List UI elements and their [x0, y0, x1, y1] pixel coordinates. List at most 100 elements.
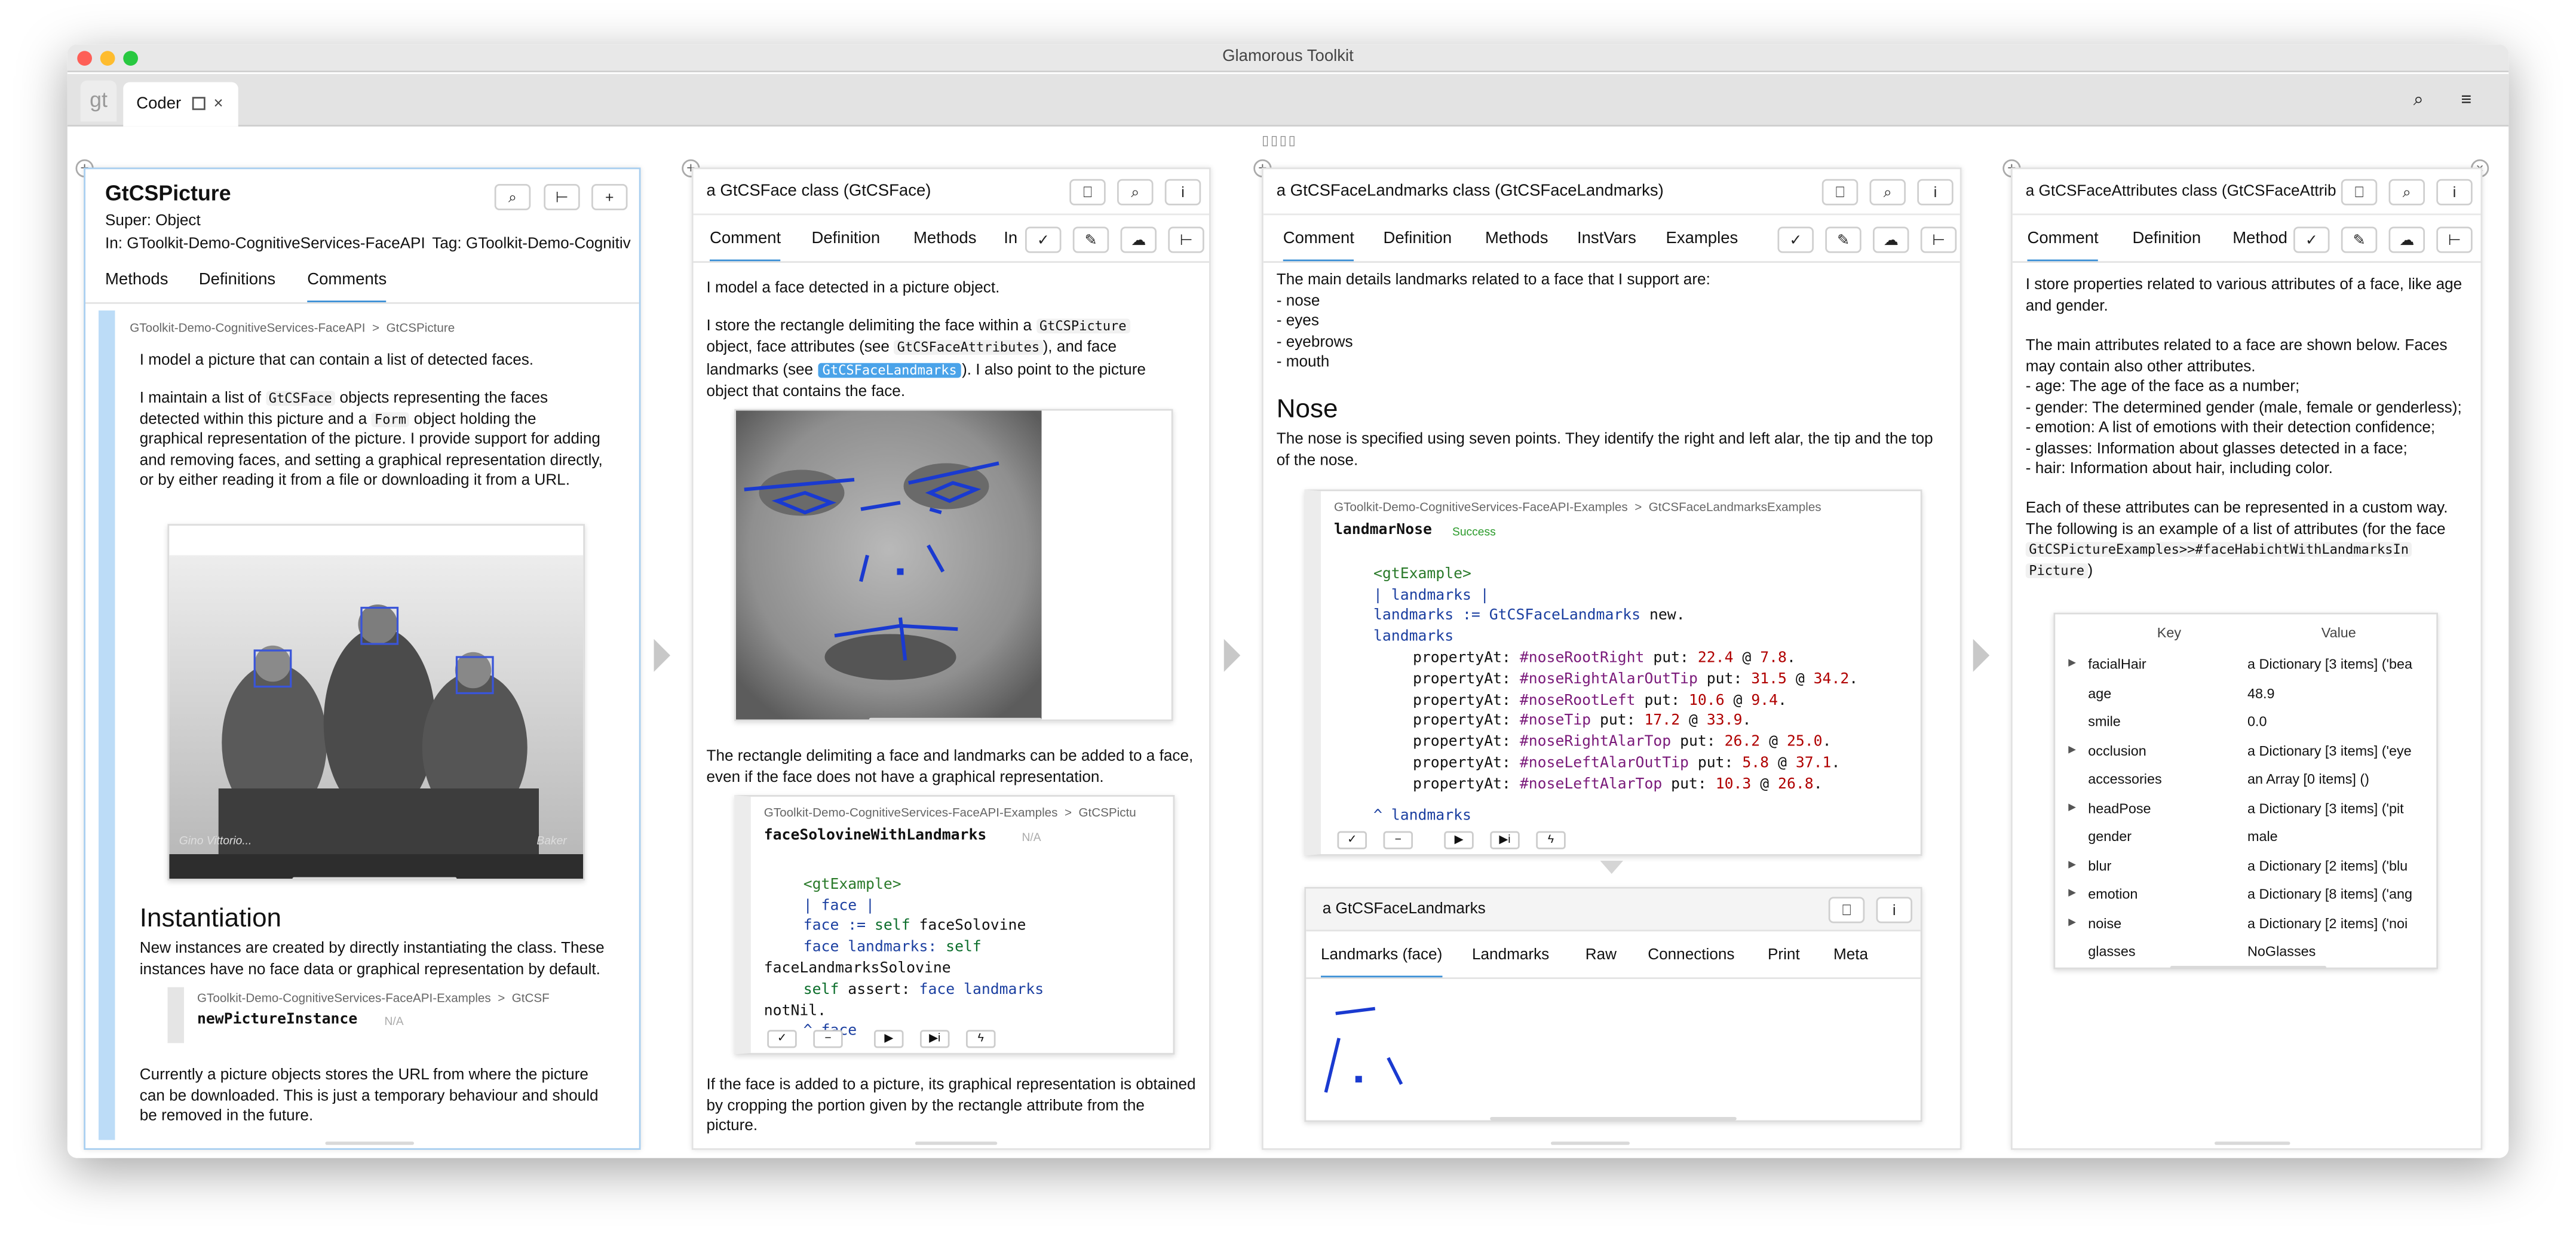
tab-definitions[interactable]: Definitions: [199, 271, 275, 289]
tab-definition[interactable]: Definition: [1384, 230, 1452, 248]
cloud-button[interactable]: ☁: [1120, 226, 1157, 253]
tab-meta[interactable]: Meta: [1833, 946, 1868, 964]
tab-methods[interactable]: Methods: [105, 271, 168, 289]
example-crumb-package[interactable]: GToolkit-Demo-CognitiveServices-FaceAPI-…: [764, 805, 1058, 820]
tab-print[interactable]: Print: [1768, 946, 1800, 964]
debug-button[interactable]: ϟ: [966, 1030, 996, 1048]
comment-intro[interactable]: The main details landmarks related to a …: [1277, 271, 1710, 374]
table-row[interactable]: ▶ noise a Dictionary [2 items] ('noi: [2055, 909, 2436, 938]
comment-p1[interactable]: I model a face detected in a picture obj…: [707, 280, 1000, 300]
table-row[interactable]: ▶ occlusion a Dictionary [3 items] ('eye: [2055, 736, 2436, 765]
navigation-arrow-1[interactable]: [654, 639, 670, 672]
comment-p2[interactable]: I store the rectangle delimiting the fac…: [707, 317, 1208, 403]
play-button[interactable]: ▶: [874, 1030, 904, 1048]
comment-p4[interactable]: If the face is added to a picture, its g…: [707, 1076, 1196, 1137]
search-button[interactable]: ⌕: [494, 184, 531, 210]
code-gtcsfacelandmarks-selected[interactable]: GtCSFaceLandmarks: [817, 363, 962, 378]
comment-p2[interactable]: I maintain a list of GtCSFace objects re…: [140, 389, 633, 492]
navigation-arrow-3[interactable]: [1973, 639, 1990, 672]
info-button[interactable]: i: [1876, 897, 1912, 923]
comment-p3[interactable]: New instances are created by directly in…: [140, 940, 605, 981]
tab-connections[interactable]: Connections: [1648, 946, 1734, 964]
example-crumb-package[interactable]: GToolkit-Demo-CognitiveServices-FaceAPI-…: [1334, 499, 1628, 514]
example-source-code[interactable]: <gtExample> | face | face := self faceSolo…: [764, 854, 1044, 1085]
tab-examples[interactable]: Examples: [1666, 230, 1738, 248]
gt-logo-tab[interactable]: gt: [80, 80, 117, 122]
info-button[interactable]: i: [1917, 179, 1954, 205]
pane2-scrollbar[interactable]: [915, 1141, 998, 1145]
tab-landmarks[interactable]: Landmarks: [1472, 946, 1549, 964]
edit-button[interactable]: ✎: [2341, 226, 2378, 253]
tab-method[interactable]: Method: [2232, 230, 2287, 248]
face-scrollbar[interactable]: [869, 717, 1042, 722]
minus-button[interactable]: −: [813, 1030, 843, 1048]
example-box[interactable]: GToolkit-Demo-CognitiveServices-FaceAPI-…: [734, 795, 1175, 1055]
table-row[interactable]: smile 0.0: [2055, 708, 2436, 736]
example-crumb-class[interactable]: GtCSPictu: [1079, 805, 1136, 820]
expand-arrow-icon[interactable]: ▶: [2068, 880, 2076, 909]
book-button[interactable]: ⎕: [2341, 179, 2378, 205]
pane3-scrollbar[interactable]: [1551, 1141, 1630, 1145]
expand-arrow-icon[interactable]: ▶: [2068, 909, 2076, 938]
tab-definition[interactable]: Definition: [812, 230, 881, 248]
close-tab-icon[interactable]: ×: [214, 82, 223, 127]
edit-button[interactable]: ✎: [1072, 226, 1109, 253]
example-crumb-class[interactable]: GtCSF: [512, 990, 550, 1005]
accept-button[interactable]: ✓: [1777, 226, 1814, 253]
expand-arrow-icon[interactable]: ▶: [2068, 650, 2076, 679]
picture-preview[interactable]: Gino Vittorio... Baker: [167, 524, 585, 880]
info-button[interactable]: i: [2436, 179, 2473, 205]
example-method-name[interactable]: landmarNose: [1334, 523, 1432, 539]
table-row[interactable]: glasses NoGlasses: [2055, 938, 2436, 966]
tab-definition[interactable]: Definition: [2133, 230, 2201, 248]
example-method-name[interactable]: faceSolovineWithLandmarks: [764, 828, 987, 845]
comment-p4[interactable]: Currently a picture objects stores the U…: [140, 1066, 599, 1128]
tab-comment[interactable]: Comment: [1283, 230, 1354, 262]
example-box[interactable]: GToolkit-Demo-CognitiveServices-FaceAPI-…: [1304, 489, 1922, 856]
table-row[interactable]: age 48.9: [2055, 679, 2436, 708]
hierarchy-button[interactable]: ⊢: [544, 184, 580, 210]
table-row[interactable]: ▶ blur a Dictionary [2 items] ('blu: [2055, 852, 2436, 880]
tab-comments[interactable]: Comments: [307, 271, 387, 302]
comment-p1[interactable]: I store properties related to various at…: [2026, 276, 2462, 317]
code-gtcsface[interactable]: GtCSFace: [265, 391, 336, 406]
face-preview[interactable]: [734, 409, 1173, 722]
tab-comment[interactable]: Comment: [710, 230, 781, 262]
accept-button[interactable]: ✓: [2293, 226, 2330, 253]
accept-button[interactable]: ✓: [1025, 226, 1062, 253]
comment-p2[interactable]: The main attributes related to a face ar…: [2026, 337, 2462, 481]
code-gtcspicture[interactable]: GtCSPicture: [1036, 318, 1130, 334]
tree-button[interactable]: ⊢: [1920, 226, 1957, 253]
example-method-name[interactable]: newPictureInstance: [197, 1012, 357, 1029]
book-button[interactable]: ⎕: [1069, 179, 1106, 205]
example-box[interactable]: GToolkit-Demo-CognitiveServices-FaceAPI-…: [167, 987, 587, 1044]
table-row[interactable]: accessories an Array [0 items] (): [2055, 766, 2436, 794]
play-inspect-button[interactable]: ▶i: [1490, 831, 1520, 849]
run-example-button[interactable]: ✓: [767, 1030, 797, 1048]
nose-paragraph[interactable]: The nose is specified using seven points…: [1277, 431, 1933, 472]
search-button[interactable]: ⌕: [1117, 179, 1154, 205]
table-scrollbar[interactable]: [2170, 966, 2326, 969]
breadcrumb-class[interactable]: GtCSPicture: [387, 320, 455, 335]
search-button[interactable]: ⌕: [1869, 179, 1906, 205]
cloud-button[interactable]: ☁: [1873, 226, 1909, 253]
table-row[interactable]: gender male: [2055, 823, 2436, 852]
expand-arrow-icon[interactable]: ▶: [2068, 736, 2076, 765]
maximize-tab-icon[interactable]: [192, 97, 206, 111]
pane1-scrollbar[interactable]: [325, 1141, 414, 1145]
table-row[interactable]: ▶ facialHair a Dictionary [3 items] ('bea: [2055, 650, 2436, 679]
tab-instvars[interactable]: InstVars: [1577, 230, 1636, 248]
comment-p3[interactable]: Each of these attributes can be represen…: [2025, 499, 2448, 582]
tab-coder[interactable]: Coder ×: [123, 82, 238, 127]
code-face-habicht-example[interactable]: GtCSPictureExamples>>#faceHabichtWithLan…: [2025, 542, 2412, 557]
book-button[interactable]: ⎕: [1828, 897, 1865, 923]
tab-comment[interactable]: Comment: [2027, 230, 2099, 262]
comment-p3[interactable]: The rectangle delimiting a face and land…: [707, 747, 1194, 788]
tab-raw[interactable]: Raw: [1586, 946, 1617, 964]
tab-methods[interactable]: Methods: [1485, 230, 1548, 248]
example-crumb-package[interactable]: GToolkit-Demo-CognitiveServices-FaceAPI-…: [197, 990, 491, 1005]
tree-button[interactable]: ⊢: [1168, 226, 1204, 253]
table-row[interactable]: ▶ emotion a Dictionary [8 items] ('ang: [2055, 880, 2436, 909]
pane4-scrollbar[interactable]: [2215, 1141, 2290, 1145]
debug-button[interactable]: ϟ: [1536, 831, 1566, 849]
